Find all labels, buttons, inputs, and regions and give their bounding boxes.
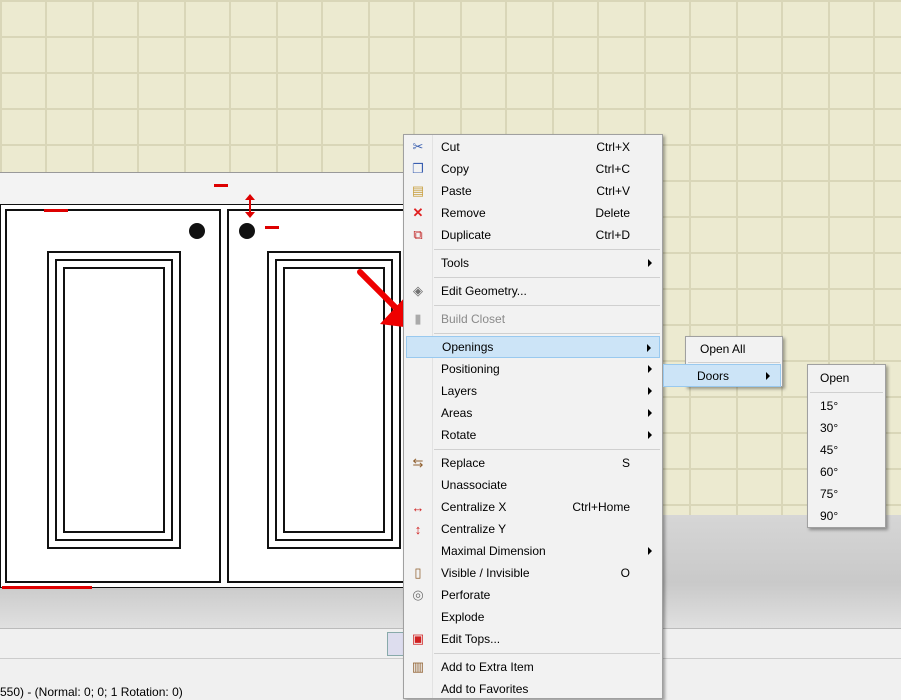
menu-item-perforate[interactable]: ◎ Perforate xyxy=(406,584,660,606)
context-menu: ✂ Cut Ctrl+X ❐ Copy Ctrl+C ▤ Paste Ctrl+… xyxy=(403,134,663,699)
menu-item-add-to-extra-item[interactable]: ▥ Add to Extra Item xyxy=(406,656,660,678)
submenu-arrow-icon xyxy=(766,372,770,380)
menu-item-replace[interactable]: ⇆ Replace S xyxy=(406,452,660,474)
perforate-icon: ◎ xyxy=(412,587,424,602)
menu-item-door-15[interactable]: 15° xyxy=(810,395,883,417)
menu-item-unassociate[interactable]: Unassociate xyxy=(406,474,660,496)
submenu-arrow-icon xyxy=(647,344,651,352)
submenu-arrow-icon xyxy=(648,409,652,417)
replace-icon: ⇆ xyxy=(412,455,424,470)
menu-item-open-all[interactable]: Open All xyxy=(688,338,780,360)
menu-item-openings[interactable]: Openings xyxy=(406,336,660,358)
menu-item-copy[interactable]: ❐ Copy Ctrl+C xyxy=(406,158,660,180)
submenu-arrow-icon xyxy=(648,431,652,439)
menu-item-visible-invisible[interactable]: ▯ Visible / Invisible O xyxy=(406,562,660,584)
menu-item-explode[interactable]: Explode xyxy=(406,606,660,628)
centralize-y-icon: ↕ xyxy=(414,521,422,537)
menu-item-door-open[interactable]: Open xyxy=(810,367,883,389)
menu-item-door-45[interactable]: 45° xyxy=(810,439,883,461)
counter-top[interactable] xyxy=(0,172,410,206)
menu-item-doors[interactable]: Doors xyxy=(663,364,781,387)
submenu-arrow-icon xyxy=(648,365,652,373)
menu-item-remove[interactable]: ✕ Remove Delete xyxy=(406,202,660,224)
submenu-arrow-icon xyxy=(648,547,652,555)
menu-separator xyxy=(434,333,660,334)
dimension-marker xyxy=(2,586,92,589)
menu-item-rotate[interactable]: Rotate xyxy=(406,424,660,446)
duplicate-icon: ⧉ xyxy=(413,227,423,242)
menu-item-add-to-favorites[interactable]: Add to Favorites xyxy=(406,678,660,700)
build-closet-icon: ▮ xyxy=(414,311,422,326)
paste-icon: ▤ xyxy=(411,183,425,198)
menu-item-centralize-x[interactable]: ↔ Centralize X Ctrl+Home xyxy=(406,496,660,518)
menu-separator xyxy=(434,277,660,278)
dimension-marker xyxy=(44,209,68,212)
menu-separator xyxy=(434,653,660,654)
dimension-marker xyxy=(214,184,228,187)
menu-item-maximal-dimension[interactable]: Maximal Dimension xyxy=(406,540,660,562)
menu-item-door-30[interactable]: 30° xyxy=(810,417,883,439)
visibility-icon: ▯ xyxy=(414,565,422,580)
menu-separator xyxy=(434,449,660,450)
dimension-marker xyxy=(265,226,279,229)
menu-item-centralize-y[interactable]: ↕ Centralize Y xyxy=(406,518,660,540)
remove-x-icon: ✕ xyxy=(412,205,424,220)
menu-item-build-closet[interactable]: ▮ Build Closet xyxy=(406,308,660,330)
edit-geometry-icon: ◈ xyxy=(413,283,423,298)
menu-item-edit-tops[interactable]: ▣ Edit Tops... xyxy=(406,628,660,650)
menu-separator xyxy=(810,392,883,393)
menu-item-tools[interactable]: Tools xyxy=(406,252,660,274)
submenu-arrow-icon xyxy=(648,387,652,395)
menu-separator xyxy=(434,305,660,306)
menu-item-edit-geometry[interactable]: ◈ Edit Geometry... xyxy=(406,280,660,302)
menu-item-layers[interactable]: Layers xyxy=(406,380,660,402)
menu-item-areas[interactable]: Areas xyxy=(406,402,660,424)
menu-item-duplicate[interactable]: ⧉ Duplicate Ctrl+D xyxy=(406,224,660,246)
menu-separator xyxy=(434,249,660,250)
cabinet-door-left[interactable] xyxy=(5,209,221,583)
menu-item-door-75[interactable]: 75° xyxy=(810,483,883,505)
edit-tops-icon: ▣ xyxy=(411,631,425,646)
copy-icon: ❐ xyxy=(412,161,424,176)
menu-item-door-60[interactable]: 60° xyxy=(810,461,883,483)
centralize-x-icon: ↔ xyxy=(411,499,425,515)
door-knob xyxy=(239,223,255,239)
cabinet-door-right[interactable] xyxy=(227,209,407,583)
doors-submenu: Open 15° 30° 45° 60° 75° 90° xyxy=(807,364,886,528)
menu-item-cut[interactable]: ✂ Cut Ctrl+X xyxy=(406,136,660,158)
status-text: 550) - (Normal: 0; 0; 1 Rotation: 0) xyxy=(0,685,183,699)
cabinet-model[interactable] xyxy=(0,204,410,588)
menu-separator xyxy=(688,362,780,363)
resize-handle-icon[interactable] xyxy=(245,194,255,218)
add-extra-item-icon: ▥ xyxy=(411,659,425,674)
door-panel xyxy=(47,251,181,549)
door-knob xyxy=(189,223,205,239)
scissors-icon: ✂ xyxy=(412,139,424,154)
menu-item-paste[interactable]: ▤ Paste Ctrl+V xyxy=(406,180,660,202)
submenu-arrow-icon xyxy=(648,259,652,267)
menu-item-positioning[interactable]: Positioning xyxy=(406,358,660,380)
menu-item-door-90[interactable]: 90° xyxy=(810,505,883,527)
